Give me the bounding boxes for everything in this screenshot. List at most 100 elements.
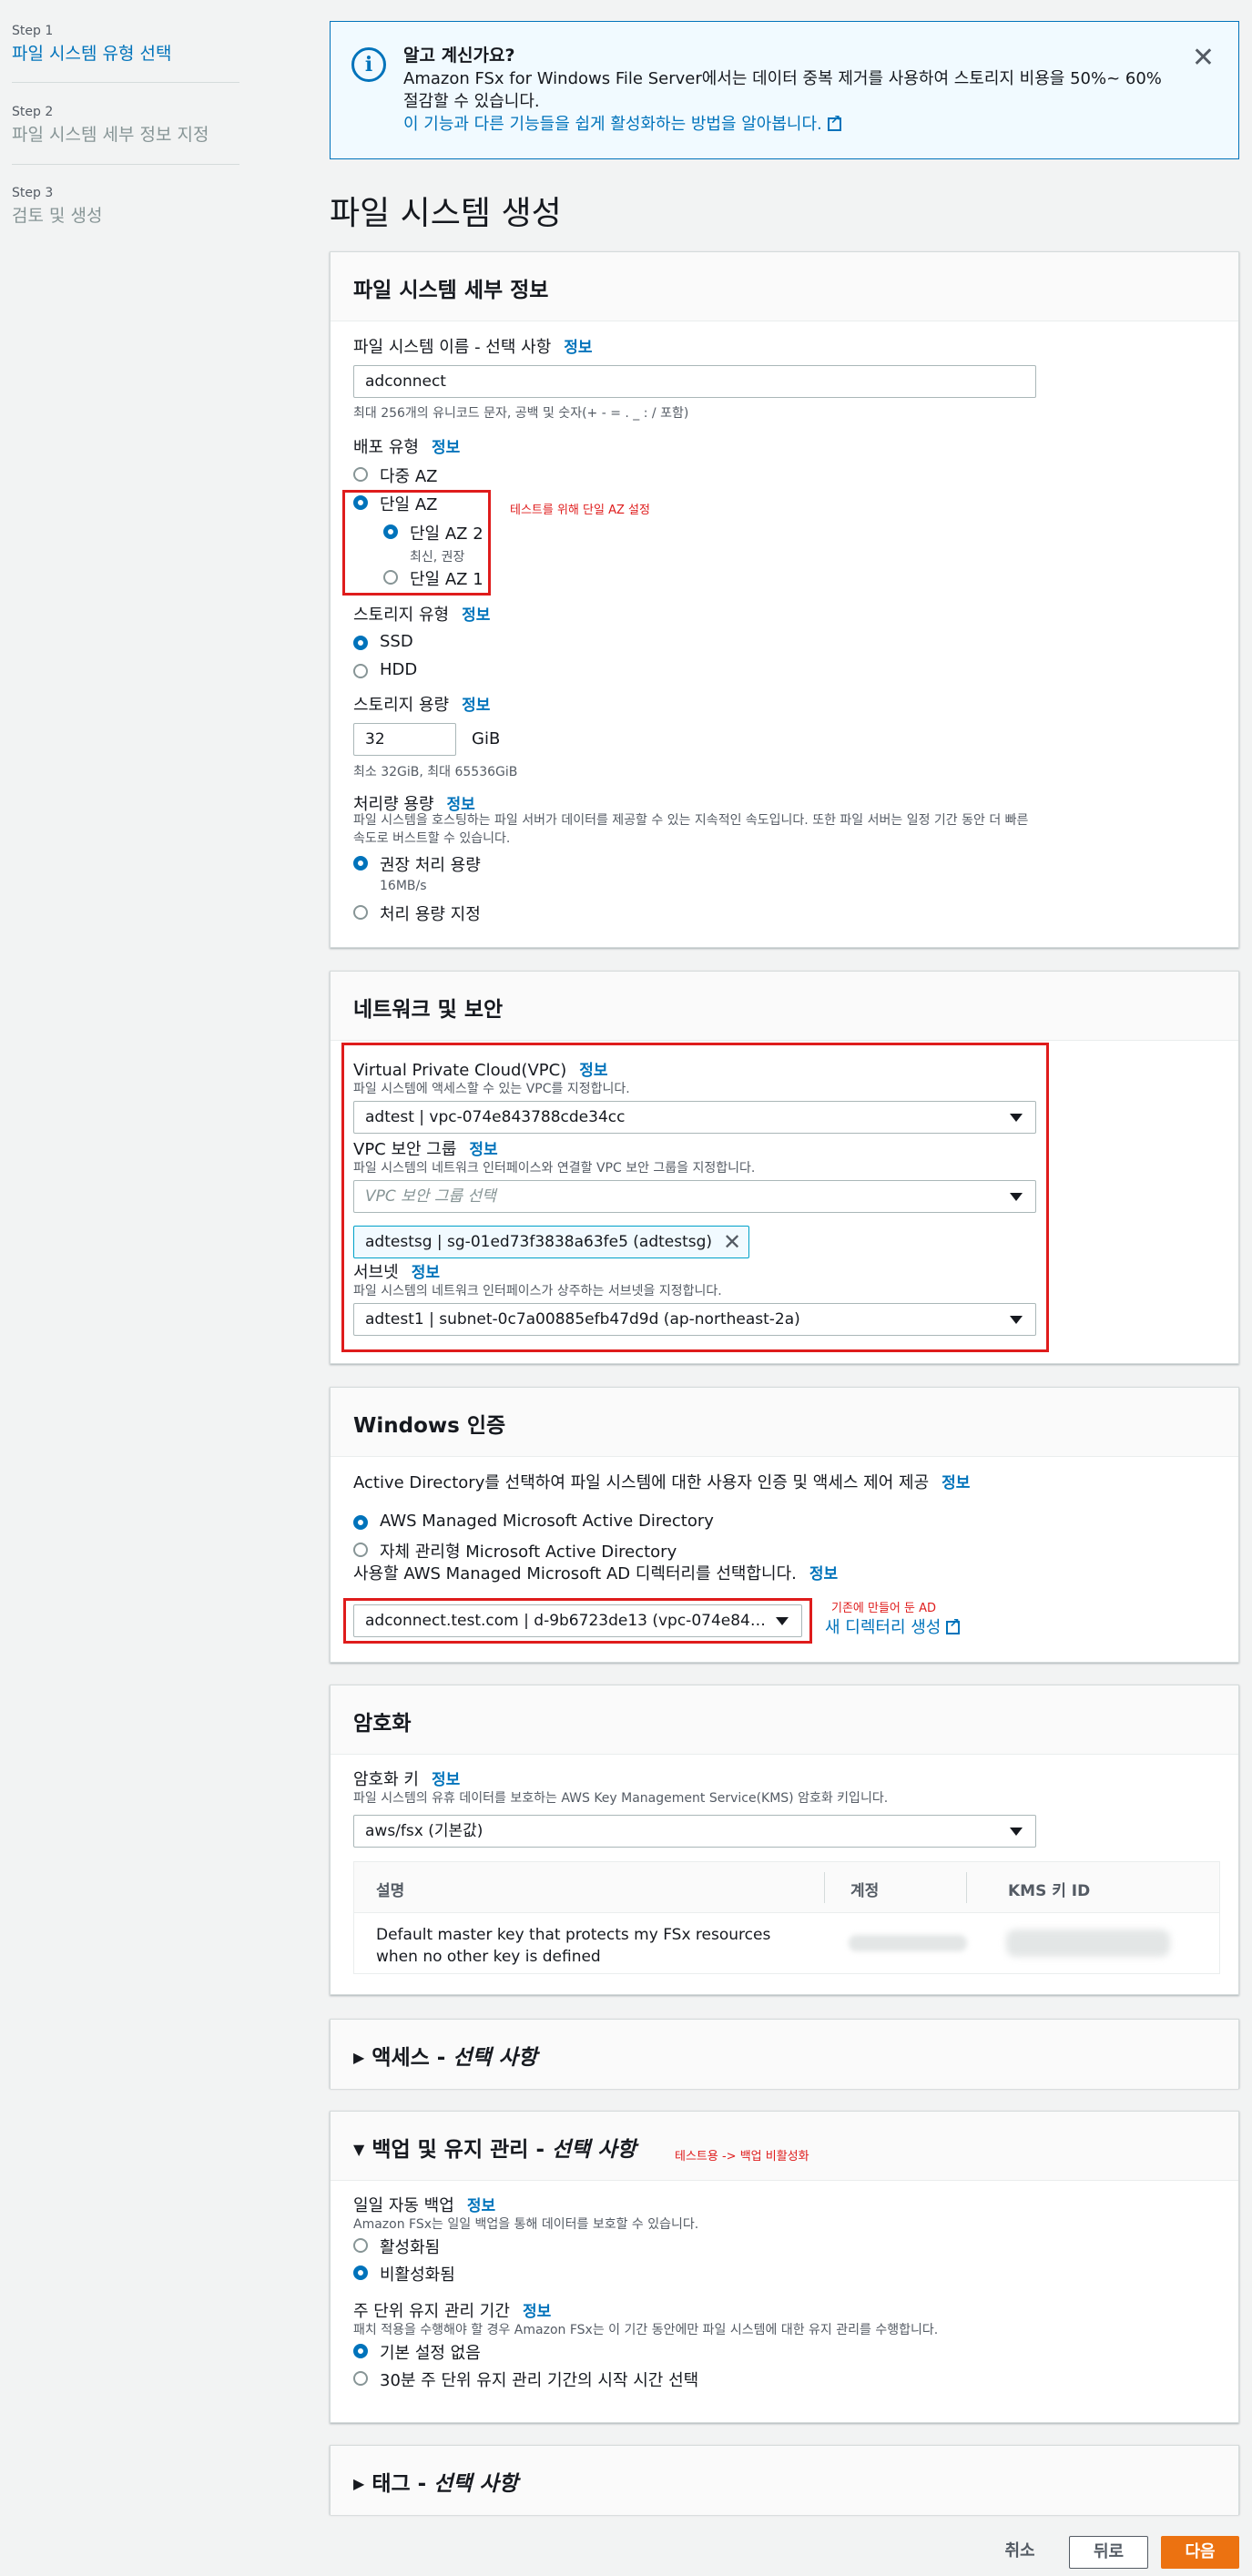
radio-icon[interactable] (353, 1543, 368, 1557)
kms-key-label-text: 암호화 키 (353, 1770, 419, 1789)
radio-icon[interactable] (353, 2371, 368, 2386)
radio-label: 다중 AZ (380, 467, 438, 486)
step-divider (12, 164, 239, 165)
vpc-label-text: Virtual Private Cloud(VPC) (353, 1061, 567, 1080)
fs-name-desc: 최대 256개의 유니코드 문자, 공백 및 숫자(+ - = . _ : / … (353, 406, 689, 421)
radio-no-preference[interactable]: 기본 설정 없음 (353, 2340, 481, 2364)
next-button[interactable]: 다음 (1161, 2536, 1239, 2569)
create-directory-link[interactable]: 새 디렉터리 생성 (825, 1614, 961, 1638)
radio-backup-enabled[interactable]: 활성화됨 (353, 2235, 440, 2258)
radio-icon[interactable] (353, 1515, 368, 1530)
radio-icon[interactable] (353, 664, 368, 678)
radio-hdd[interactable]: HDD (353, 660, 417, 679)
column-header: 계정 (850, 1882, 880, 1900)
info-link[interactable]: 정보 (462, 606, 490, 625)
radio-label: SSD (380, 632, 413, 651)
radio-multi-az[interactable]: 다중 AZ (353, 463, 438, 487)
alert-link-text[interactable]: 이 기능과 다른 기능들을 쉽게 활성화하는 방법을 알아봅니다. (403, 115, 822, 134)
radio-icon[interactable] (353, 2238, 368, 2253)
access-panel[interactable]: ▶ 액세스 - 선택 사항 (330, 2019, 1239, 2089)
panel-header[interactable]: ▶ 액세스 - 선택 사항 (331, 2020, 1238, 2089)
fs-name-input[interactable]: adconnect (353, 365, 1036, 398)
radio-icon[interactable] (353, 905, 368, 920)
radio-label: AWS Managed Microsoft Active Directory (380, 1512, 714, 1531)
cancel-button[interactable]: 취소 (992, 2536, 1047, 2569)
panel-title: 백업 및 유지 관리 - (372, 2138, 553, 2162)
column-divider (966, 1872, 967, 1903)
create-directory-link-text[interactable]: 새 디렉터리 생성 (825, 1618, 941, 1637)
sg-placeholder: VPC 보안 그룹 선택 (365, 1187, 496, 1206)
info-link[interactable]: 정보 (523, 2303, 551, 2321)
step-3-number: Step 3 (12, 186, 54, 200)
radio-specify-throughput[interactable]: 처리 용량 지정 (353, 901, 481, 925)
radio-self-managed-ad[interactable]: 자체 관리형 Microsoft Active Directory (353, 1539, 677, 1563)
radio-icon[interactable] (353, 2344, 368, 2358)
radio-ssd[interactable]: SSD (353, 632, 413, 651)
external-link-icon (946, 1616, 961, 1634)
radio-label: 30분 주 단위 유지 관리 기간의 시작 시간 선택 (380, 2371, 699, 2390)
info-link[interactable]: 정보 (412, 1264, 440, 1282)
radio-label: 권장 처리 용량 (380, 856, 481, 875)
step-3-label: 검토 및 생성 (12, 206, 103, 226)
subnet-label: 서브넷 정보 (353, 1259, 440, 1283)
radio-icon[interactable] (353, 636, 368, 650)
info-link[interactable]: 정보 (462, 697, 490, 715)
caret-right-icon: ▶ (353, 2049, 365, 2066)
info-link[interactable]: 정보 (469, 1141, 497, 1159)
info-link[interactable]: 정보 (432, 439, 460, 457)
radio-icon[interactable] (353, 2265, 368, 2280)
redacted-kms-id (1006, 1929, 1170, 1957)
subnet-desc: 파일 시스템의 네트워크 인터페이스가 상주하는 서브넷을 지정합니다. (353, 1284, 722, 1298)
alert-learn-more-link[interactable]: 이 기능과 다른 기능들을 쉽게 활성화하는 방법을 알아봅니다. (403, 111, 841, 135)
directory-label-text: 사용할 AWS Managed Microsoft AD 디렉터리를 선택합니다… (353, 1564, 797, 1583)
step-1[interactable]: Step 1 파일 시스템 유형 선택 (12, 24, 171, 65)
back-button[interactable]: 뒤로 (1069, 2536, 1148, 2569)
sg-label-text: VPC 보안 그룹 (353, 1140, 457, 1159)
panel-optional: 선택 사항 (453, 2046, 538, 2070)
directory-label: 사용할 AWS Managed Microsoft AD 디렉터리를 선택합니다… (353, 1561, 838, 1584)
subnet-select[interactable]: adtest1 | subnet-0c7a00885efb47d9d (ap-n… (353, 1303, 1036, 1336)
step-2-number: Step 2 (12, 105, 54, 119)
radio-backup-disabled[interactable]: 비활성화됨 (353, 2262, 455, 2286)
info-link[interactable]: 정보 (564, 339, 592, 357)
annotation-text: 기존에 만들어 둔 AD (831, 1602, 937, 1615)
radio-aws-managed-ad[interactable]: AWS Managed Microsoft Active Directory (353, 1512, 714, 1531)
alert-body: Amazon FSx for Windows File Server에서는 데이… (403, 69, 1162, 111)
capacity-label: 스토리지 용량 정보 (353, 692, 490, 716)
column-header: 설명 (376, 1882, 405, 1900)
radio-select-start-time[interactable]: 30분 주 단위 유지 관리 기간의 시작 시간 선택 (353, 2367, 698, 2391)
radio-label: 활성화됨 (380, 2238, 441, 2257)
info-link[interactable]: 정보 (579, 1062, 607, 1080)
remove-token-icon[interactable]: ✕ (723, 1227, 741, 1257)
step-1-label[interactable]: 파일 시스템 유형 선택 (12, 40, 171, 65)
capacity-desc: 최소 32GiB, 최대 65536GiB (353, 765, 518, 779)
ad-intro: Active Directory를 선택하여 파일 시스템에 대한 사용자 인증… (353, 1470, 970, 1493)
vpc-select[interactable]: adtest | vpc-074e843788cde34cc (353, 1101, 1036, 1134)
daily-backup-desc: Amazon FSx는 일일 백업을 통해 데이터를 보호할 수 있습니다. (353, 2217, 699, 2232)
column-header: KMS 키 ID (1008, 1882, 1091, 1900)
radio-recommended-throughput[interactable]: 권장 처리 용량 16MB/s (353, 852, 481, 893)
info-link[interactable]: 정보 (809, 1565, 838, 1583)
close-icon[interactable]: ✕ (1192, 42, 1215, 74)
panel-header: Windows 인증 (331, 1388, 1238, 1457)
encryption-panel: 암호화 암호화 키 정보 파일 시스템의 유휴 데이터를 보호하는 AWS Key… (330, 1685, 1239, 1995)
column-divider (824, 1872, 825, 1903)
sg-select[interactable]: VPC 보안 그룹 선택 (353, 1180, 1036, 1213)
kms-key-select[interactable]: aws/fsx (기본값) (353, 1815, 1036, 1848)
step-3: Step 3 검토 및 생성 (12, 186, 102, 227)
external-link-icon (827, 113, 841, 131)
info-link[interactable]: 정보 (467, 2197, 495, 2215)
info-link[interactable]: 정보 (432, 1771, 460, 1789)
windows-auth-panel: Windows 인증 Active Directory를 선택하여 파일 시스템… (330, 1387, 1239, 1663)
step-2-label: 파일 시스템 세부 정보 지정 (12, 125, 209, 145)
tags-panel[interactable]: ▶ 태그 - 선택 사항 (330, 2445, 1239, 2515)
info-link[interactable]: 정보 (942, 1474, 970, 1492)
radio-icon[interactable] (353, 467, 368, 482)
capacity-input[interactable]: 32 (353, 723, 456, 756)
radio-icon[interactable] (353, 856, 368, 871)
directory-select[interactable]: adconnect.test.com | d-9b6723de13 (vpc-0… (353, 1604, 802, 1637)
capacity-label-text: 스토리지 용량 (353, 696, 450, 715)
panel-header[interactable]: ▶ 태그 - 선택 사항 (331, 2446, 1238, 2515)
annotation-text: 테스트용 -> 백업 비활성화 (675, 2150, 809, 2164)
fs-name-label: 파일 시스템 이름 - 선택 사항 정보 (353, 334, 593, 358)
